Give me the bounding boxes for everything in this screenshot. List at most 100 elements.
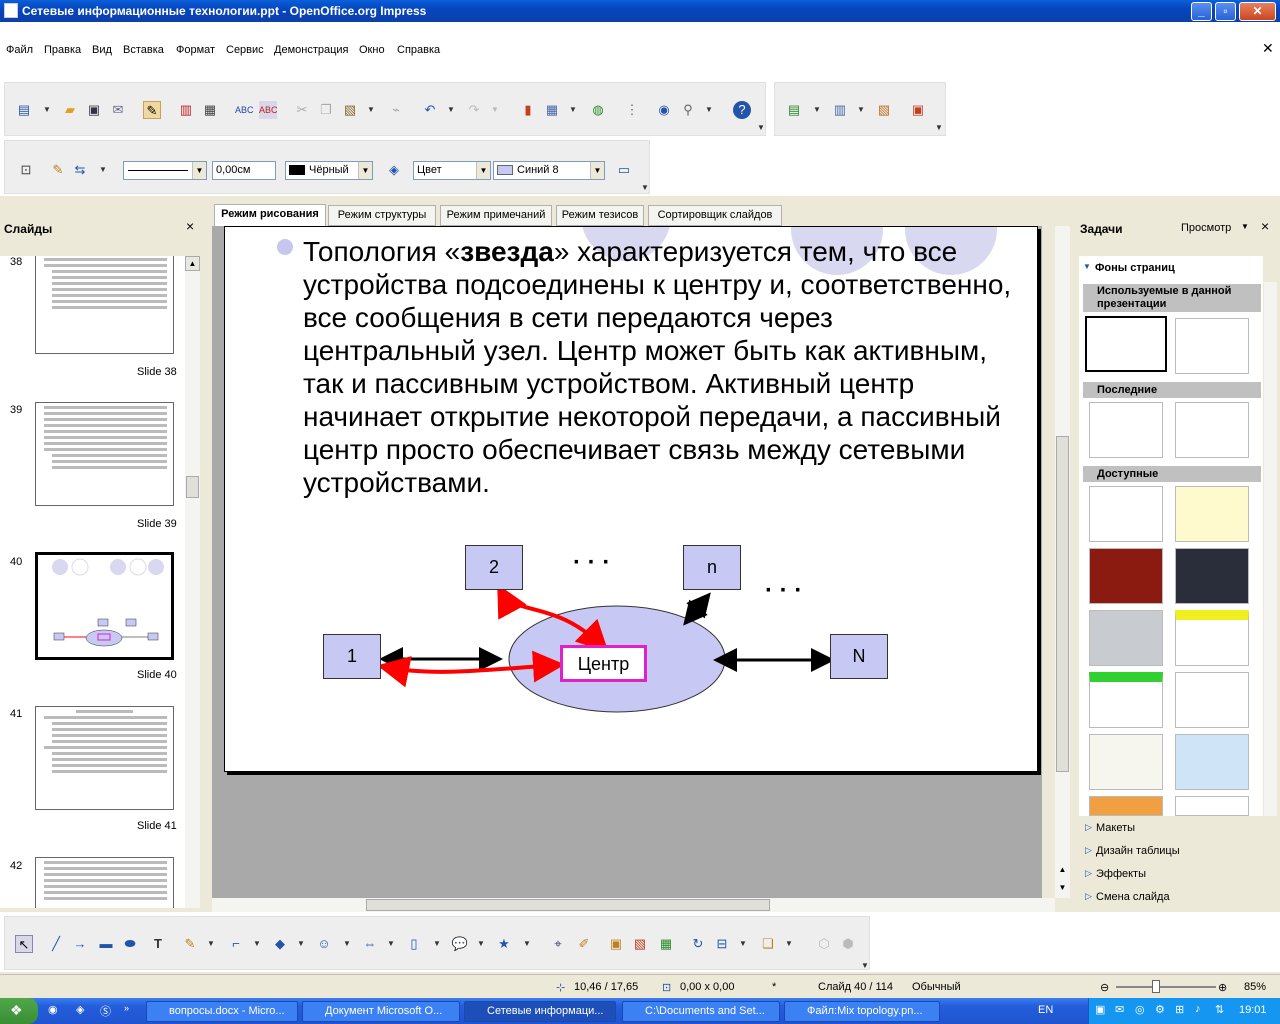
arrow-style-icon[interactable]: ⇆	[71, 161, 89, 179]
menu-window[interactable]: Окно	[359, 44, 385, 56]
connector-dropdown-icon[interactable]: ▼	[253, 935, 261, 953]
line-tool-icon[interactable]: ╱	[47, 935, 65, 953]
scroll-thumb[interactable]	[186, 476, 199, 498]
close-button[interactable]: ✕	[1239, 2, 1276, 21]
master-thumb-available[interactable]	[1175, 734, 1249, 790]
arrange-icon[interactable]: ❏	[759, 935, 777, 953]
canvas-vertical-scrollbar[interactable]: ▲ ▼	[1055, 226, 1070, 898]
master-thumb-recent-1[interactable]	[1089, 402, 1163, 458]
slide-thumbnail-40-selected[interactable]	[35, 552, 174, 660]
tab-drawing-view[interactable]: Режим рисования	[214, 204, 326, 226]
node-N[interactable]: N	[830, 634, 888, 679]
rectangle-tool-icon[interactable]: ▬	[97, 935, 115, 953]
master-thumb-available[interactable]	[1089, 548, 1163, 604]
maximize-button[interactable]: ▫	[1215, 2, 1236, 21]
network-icon[interactable]: ⇅	[1215, 1003, 1224, 1016]
zoom-dropdown-icon[interactable]: ▼	[705, 101, 713, 119]
tray-icon[interactable]: ◎	[1135, 1003, 1145, 1016]
save-icon[interactable]: ▣	[85, 101, 103, 119]
view-menu-dropdown-icon[interactable]: ▼	[1241, 222, 1249, 231]
slide-thumbnail-41[interactable]	[35, 706, 174, 810]
line-arrow-tool-icon[interactable]: →	[71, 935, 89, 953]
slides-panel-close-icon[interactable]: ×	[186, 218, 194, 234]
table-dropdown-icon[interactable]: ▼	[569, 101, 577, 119]
master-thumb-available[interactable]	[1089, 672, 1163, 728]
layouts-link[interactable]: Макеты	[1096, 822, 1135, 834]
taskbar-explorer[interactable]: C:\Documents and Set...	[622, 1001, 780, 1022]
area-color-dropdown-icon[interactable]: ▼	[590, 162, 604, 179]
zoom-in-icon[interactable]: ⊕	[1218, 981, 1227, 994]
slide-transition-link[interactable]: Смена слайда	[1096, 891, 1170, 903]
slide-40[interactable]: Топология «звезда» характеризуется тем, …	[224, 226, 1038, 772]
shadow-icon[interactable]: ▭	[615, 161, 633, 179]
taskbar-word-vopros[interactable]: вопросы.docx - Micro...	[146, 1001, 298, 1022]
export-pdf-icon[interactable]: ▥	[177, 101, 195, 119]
menu-help[interactable]: Справка	[397, 44, 440, 56]
h-scroll-thumb[interactable]	[366, 899, 770, 911]
chart-icon[interactable]: ▮	[519, 101, 537, 119]
grid-icon[interactable]: ⋮	[623, 101, 641, 119]
slide-layout-icon[interactable]: ▥	[831, 101, 849, 119]
volume-icon[interactable]: ♪	[1195, 1003, 1201, 1015]
connector-tool-icon[interactable]: ⌐	[227, 935, 245, 953]
task-panel-close-icon[interactable]: ×	[1261, 218, 1269, 234]
layout-dropdown-icon[interactable]: ▼	[857, 101, 865, 119]
master-thumb-used-2[interactable]	[1175, 318, 1249, 374]
navigator-icon[interactable]: ◉	[655, 101, 673, 119]
master-thumb-available[interactable]	[1175, 486, 1249, 542]
center-label-box[interactable]: Центр	[560, 645, 647, 682]
master-thumb-available[interactable]	[1175, 672, 1249, 728]
language-indicator[interactable]: EN	[1038, 1004, 1053, 1016]
print-icon[interactable]: ▦	[201, 101, 219, 119]
zoom-out-icon[interactable]: ⊖	[1100, 981, 1109, 994]
master-thumb-available[interactable]	[1175, 548, 1249, 604]
stars-dropdown-icon[interactable]: ▼	[523, 935, 531, 953]
undo-icon[interactable]: ↶	[421, 101, 439, 119]
area-color-select[interactable]: Синий 8 ▼	[493, 161, 605, 180]
undo-dropdown-icon[interactable]: ▼	[447, 101, 455, 119]
slides-scrollbar[interactable]: ▲	[185, 256, 200, 908]
block-arrows-icon[interactable]: ⇔	[361, 935, 379, 953]
tab-handout-view[interactable]: Режим тезисов	[556, 205, 644, 226]
cut-icon[interactable]: ✂	[293, 101, 311, 119]
toolbar-overflow-icon[interactable]: ▼	[757, 119, 765, 137]
slide-thumbnail-42[interactable]	[35, 857, 174, 908]
expand-icon[interactable]: ▷	[1085, 822, 1092, 833]
canvas-scroll-thumb[interactable]	[1056, 436, 1069, 772]
master-thumb-available[interactable]	[1175, 610, 1249, 666]
tray-icon[interactable]: ✉	[1115, 1003, 1124, 1016]
taskbar-chrome[interactable]: Файл:Mix topology.pn...	[784, 1001, 940, 1022]
curve-dropdown-icon[interactable]: ▼	[207, 935, 215, 953]
text-tool-icon[interactable]: T	[149, 935, 167, 953]
available-section-header[interactable]: Доступные	[1083, 466, 1261, 482]
callouts-icon[interactable]: 💬	[451, 935, 469, 953]
expand-icon[interactable]: ▷	[1085, 891, 1092, 902]
used-section-header[interactable]: Используемые в данной презентации	[1083, 284, 1261, 312]
extrusion-icon[interactable]: ⬡	[815, 935, 833, 953]
callouts-dropdown-icon[interactable]: ▼	[477, 935, 485, 953]
master-thumb-available[interactable]	[1089, 734, 1163, 790]
arrow-style-dropdown-icon[interactable]: ▼	[99, 161, 107, 179]
start-button[interactable]: ❖	[0, 998, 38, 1024]
link-n-center[interactable]	[683, 592, 711, 626]
node-n[interactable]: n	[683, 545, 741, 590]
stars-icon[interactable]: ★	[495, 935, 513, 953]
master-thumb-used-1[interactable]	[1085, 316, 1167, 372]
ellipse-tool-icon[interactable]: ⬬	[121, 935, 139, 953]
menu-edit[interactable]: Правка	[44, 44, 81, 56]
master-thumb-available[interactable]	[1089, 610, 1163, 666]
recent-section-header[interactable]: Последние	[1083, 382, 1261, 398]
show-draw-functions-icon[interactable]: ◍	[589, 101, 607, 119]
master-thumb-recent-2[interactable]	[1175, 402, 1249, 458]
collapse-icon[interactable]: ▼	[1083, 262, 1091, 271]
node-1[interactable]: 1	[323, 634, 381, 679]
tab-slide-sorter[interactable]: Сортировщик слайдов	[648, 205, 782, 226]
area-fill-icon[interactable]: ◈	[385, 161, 403, 179]
fontwork-icon[interactable]: ▣	[607, 935, 625, 953]
scroll-up-icon[interactable]: ▲	[185, 256, 200, 271]
slide-thumbnail-39[interactable]	[35, 402, 174, 506]
area-style-dropdown-icon[interactable]: ▼	[476, 162, 490, 179]
taskbar-impress[interactable]: Сетевые информаци...	[464, 1001, 616, 1022]
quicklaunch-icon[interactable]: ◈	[76, 1003, 84, 1016]
flowchart-dropdown-icon[interactable]: ▼	[433, 935, 441, 953]
